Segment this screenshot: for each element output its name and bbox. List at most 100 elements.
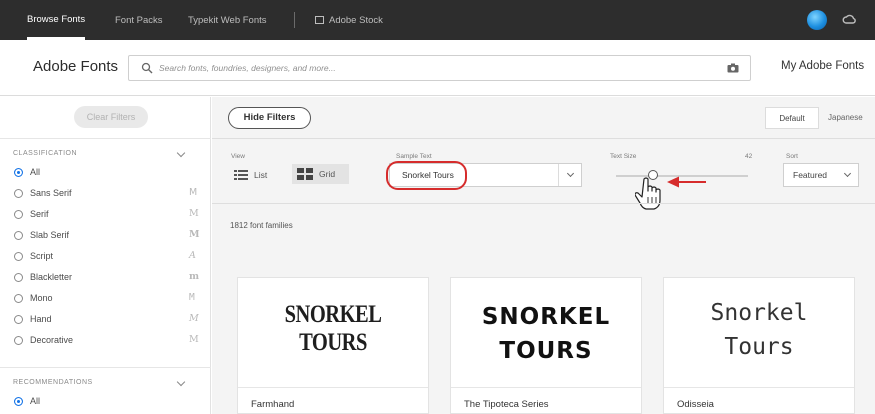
serif-glyph-icon: M [189, 208, 199, 219]
filter-script[interactable]: Script A [13, 249, 203, 265]
font-preview: Snorkel Tours [664, 278, 854, 388]
view-grid-label: Grid [319, 169, 336, 179]
radio-icon[interactable] [14, 294, 23, 303]
sample-text-label: Sample Text [396, 153, 432, 160]
sample-text-dropdown-button[interactable] [558, 164, 582, 186]
filter-decorative[interactable]: Decorative M [13, 333, 203, 349]
font-name[interactable]: Farmhand [251, 399, 294, 410]
filter-label: Mono [30, 293, 53, 303]
filter-label: Script [30, 251, 54, 261]
filter-blackletter[interactable]: Blackletter m [13, 270, 203, 286]
filter-sidebar: Clear Filters CLASSIFICATION All Sans Se… [0, 97, 211, 414]
language-japanese-button[interactable]: Japanese [828, 107, 863, 129]
tab-adobe-stock[interactable]: Adobe Stock [315, 0, 383, 40]
radio-selected-icon[interactable] [14, 168, 23, 177]
sort-label: Sort [786, 153, 798, 160]
filter-label: Sans Serif [30, 188, 72, 198]
radio-icon[interactable] [14, 273, 23, 282]
filter-serif[interactable]: Serif M [13, 207, 203, 223]
tab-font-packs[interactable]: Font Packs [115, 0, 163, 40]
chevron-down-icon[interactable] [176, 377, 186, 387]
main-divider [212, 203, 875, 204]
camera-icon[interactable] [727, 63, 739, 73]
font-card-tipoteca[interactable]: SNORKEL TOURS The Tipoteca Series [450, 277, 642, 414]
app-header: Adobe Fonts Search fonts, foundries, des… [0, 40, 875, 96]
font-preview-line: SNORKEL [481, 304, 611, 330]
highlight-annotation [386, 161, 467, 190]
font-name[interactable]: The Tipoteca Series [464, 399, 549, 410]
brand-title: Adobe Fonts [33, 58, 119, 75]
radio-icon[interactable] [14, 336, 23, 345]
view-list-button[interactable]: List [234, 165, 267, 185]
font-card-odisseia[interactable]: Snorkel Tours Odisseia [663, 277, 855, 414]
chevron-down-icon[interactable] [176, 148, 186, 158]
sans-serif-glyph-icon: M [189, 187, 198, 198]
decorative-glyph-icon: M [189, 334, 199, 345]
clear-filters-button[interactable]: Clear Filters [74, 106, 148, 128]
hand-glyph-icon: M [189, 313, 199, 324]
my-adobe-fonts-link[interactable]: My Adobe Fonts [781, 60, 864, 72]
font-preview-line: Tours [724, 334, 794, 360]
radio-icon[interactable] [14, 189, 23, 198]
search-icon [141, 62, 153, 74]
font-preview-line: TOURS [499, 338, 593, 364]
classification-title: CLASSIFICATION [13, 150, 78, 157]
radio-icon[interactable] [14, 252, 23, 261]
radio-icon[interactable] [14, 315, 23, 324]
chevron-down-icon [566, 169, 575, 178]
filter-slab-serif[interactable]: Slab Serif M [13, 228, 203, 244]
filter-label: All [30, 167, 41, 177]
avatar[interactable] [807, 10, 827, 30]
view-list-label: List [254, 170, 268, 180]
filter-label: All [30, 396, 41, 406]
recommendation-all[interactable]: All [13, 394, 203, 410]
recommendations-title: RECOMMENDATIONS [13, 379, 93, 386]
font-preview: SNORKEL TOURS [238, 278, 428, 388]
filter-label: Blackletter [30, 272, 73, 282]
hide-filters-button[interactable]: Hide Filters [228, 107, 311, 129]
radio-selected-icon[interactable] [14, 397, 23, 406]
language-default-button[interactable]: Default [765, 107, 819, 129]
font-preview-text: SNORKEL TOURS [451, 300, 641, 368]
sidebar-divider [0, 367, 211, 368]
text-size-label: Text Size [610, 153, 637, 160]
main-content: Hide Filters Default Japanese View List … [212, 97, 875, 414]
script-glyph-icon: A [189, 250, 196, 261]
filter-mono[interactable]: Mono M [13, 291, 203, 307]
tab-browse-fonts[interactable]: Browse Fonts [27, 0, 86, 40]
search-placeholder: Search fonts, foundries, designers, and … [159, 63, 336, 73]
red-arrow-annotation-icon [667, 176, 706, 188]
text-size-value: 42 [745, 153, 753, 160]
sort-select[interactable]: Featured [783, 163, 859, 187]
filter-label: Slab Serif [30, 230, 70, 240]
slab-serif-glyph-icon: M [189, 229, 200, 240]
font-family-count: 1812 font families [230, 221, 293, 230]
radio-icon[interactable] [14, 231, 23, 240]
grid-icon [297, 168, 313, 180]
font-preview-line: Snorkel [710, 300, 808, 326]
sort-value: Featured [793, 170, 828, 180]
filter-hand[interactable]: Hand M [13, 312, 203, 328]
creative-cloud-icon[interactable] [842, 13, 856, 27]
radio-icon[interactable] [14, 210, 23, 219]
chevron-down-icon [843, 169, 852, 178]
topbar-divider [294, 12, 295, 28]
font-preview-text: Snorkel Tours [664, 296, 854, 364]
blackletter-glyph-icon: m [189, 271, 200, 282]
view-grid-button[interactable]: Grid [292, 164, 349, 184]
font-name[interactable]: Odisseia [677, 399, 714, 410]
stock-icon [315, 16, 324, 24]
filter-label: Serif [30, 209, 49, 219]
tab-typekit-web-fonts[interactable]: Typekit Web Fonts [188, 0, 267, 40]
main-divider [212, 138, 875, 139]
filter-all[interactable]: All [13, 165, 203, 181]
filter-label: Hand [30, 314, 52, 324]
sidebar-divider [0, 138, 211, 139]
font-card-farmhand[interactable]: SNORKEL TOURS Farmhand [237, 277, 429, 414]
search-field[interactable]: Search fonts, foundries, designers, and … [128, 55, 751, 81]
filter-sans-serif[interactable]: Sans Serif M [13, 186, 203, 202]
mono-glyph-icon: M [189, 292, 195, 303]
hand-cursor-icon [635, 177, 661, 210]
top-nav-bar: Browse Fonts Font Packs Typekit Web Font… [0, 0, 875, 40]
font-preview-text: SNORKEL TOURS [284, 301, 382, 356]
